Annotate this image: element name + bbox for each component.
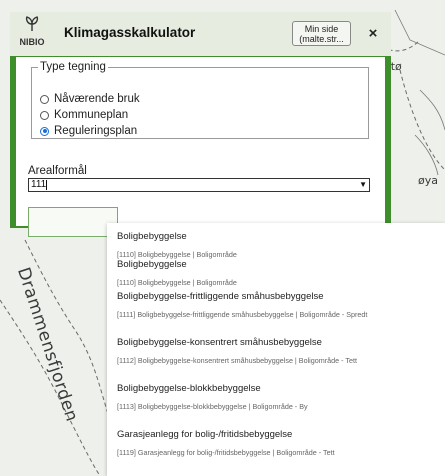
nibio-logo: NIBIO [16,16,48,52]
suggestion-item[interactable]: Boligbebyggelse-frittliggende småhusbeby… [117,291,367,319]
radio-button[interactable] [40,110,49,120]
panel-body: Type tegning Nåværende bruk Kommuneplan … [16,57,385,237]
my-page-button[interactable]: Min side (malte.str... [292,21,351,46]
radio-label: Kommuneplan [54,109,129,121]
radio-label: Reguleringsplan [54,125,138,137]
close-button[interactable]: × [362,23,384,45]
radio-zoning-plan[interactable]: Reguleringsplan [40,125,137,137]
suggestion-title: Boligbebyggelse-blokkbebyggelse [117,383,261,394]
suggestion-item[interactable]: Boligbebyggelse-konsentrert småhusbebygg… [117,337,357,365]
suggestion-title: Boligbebyggelse-frittliggende småhusbeby… [117,291,324,302]
text-caret [46,180,47,190]
suggestion-subtitle: [1111] Boligbebyggelse-frittliggende små… [117,310,368,319]
suggestion-subtitle: [1112] Boligbebyggelse-konsentrert småhu… [117,356,357,365]
suggestion-subtitle: [1119] Garasjeanlegg for bolig-/fritidsb… [117,448,335,457]
area-purpose-input-value[interactable]: 111 [31,179,46,191]
dropdown-arrow-icon[interactable]: ▼ [359,179,367,191]
suggestion-item[interactable]: Boligbebyggelse-blokkbebyggelse [1113] Bo… [117,383,308,411]
map-label-place-east: øya [418,174,438,187]
panel-title: Klimagasskalkulator [64,25,196,40]
radio-municipal-plan[interactable]: Kommuneplan [40,109,128,121]
drawing-type-legend: Type tegning [40,61,106,73]
suggestion-title: Boligbebyggelse [117,231,187,242]
suggestion-item[interactable]: Boligbebyggelse [1110] Boligbebyggelse | … [117,259,237,287]
radio-button[interactable] [40,94,49,104]
panel-header: NIBIO Klimagasskalkulator Min side (malt… [10,12,391,56]
radio-button-selected[interactable] [40,126,49,136]
area-purpose-combobox[interactable]: 111 ▼ [28,178,370,192]
radio-label: Nåværende bruk [54,93,140,105]
logo-text: NIBIO [19,37,45,47]
my-page-label: Min side [304,24,339,34]
calculator-panel: NIBIO Klimagasskalkulator Min side (malt… [10,12,391,237]
suggestion-subtitle: [1110] Boligbebyggelse | Boligområde [117,278,237,287]
suggestion-title: Boligbebyggelse [117,259,187,270]
drawing-type-group: Type tegning Nåværende bruk Kommuneplan … [31,61,369,139]
my-page-user: (malte.str... [299,34,344,44]
suggestion-title: Boligbebyggelse-konsentrert småhusbebygg… [117,337,322,348]
suggestion-item[interactable]: Boligbebyggelse [1110] Boligbebyggelse | … [117,231,237,259]
suggestion-title: Garasjeanlegg for bolig-/fritidsbebyggel… [117,429,293,440]
suggestion-item[interactable]: Garasjeanlegg for bolig-/fritidsbebyggel… [117,429,335,457]
suggestion-subtitle: [1110] Boligbebyggelse | Boligområde [117,250,237,259]
action-button[interactable] [28,207,118,237]
radio-current-use[interactable]: Nåværende bruk [40,93,140,105]
area-purpose-suggestions: Boligbebyggelse [1110] Boligbebyggelse | … [107,223,445,476]
leaf-icon [16,16,48,35]
suggestion-subtitle: [1113] Boligbebyggelse-blokkbebyggelse |… [117,402,308,411]
area-purpose-label: Arealformål [28,165,87,177]
